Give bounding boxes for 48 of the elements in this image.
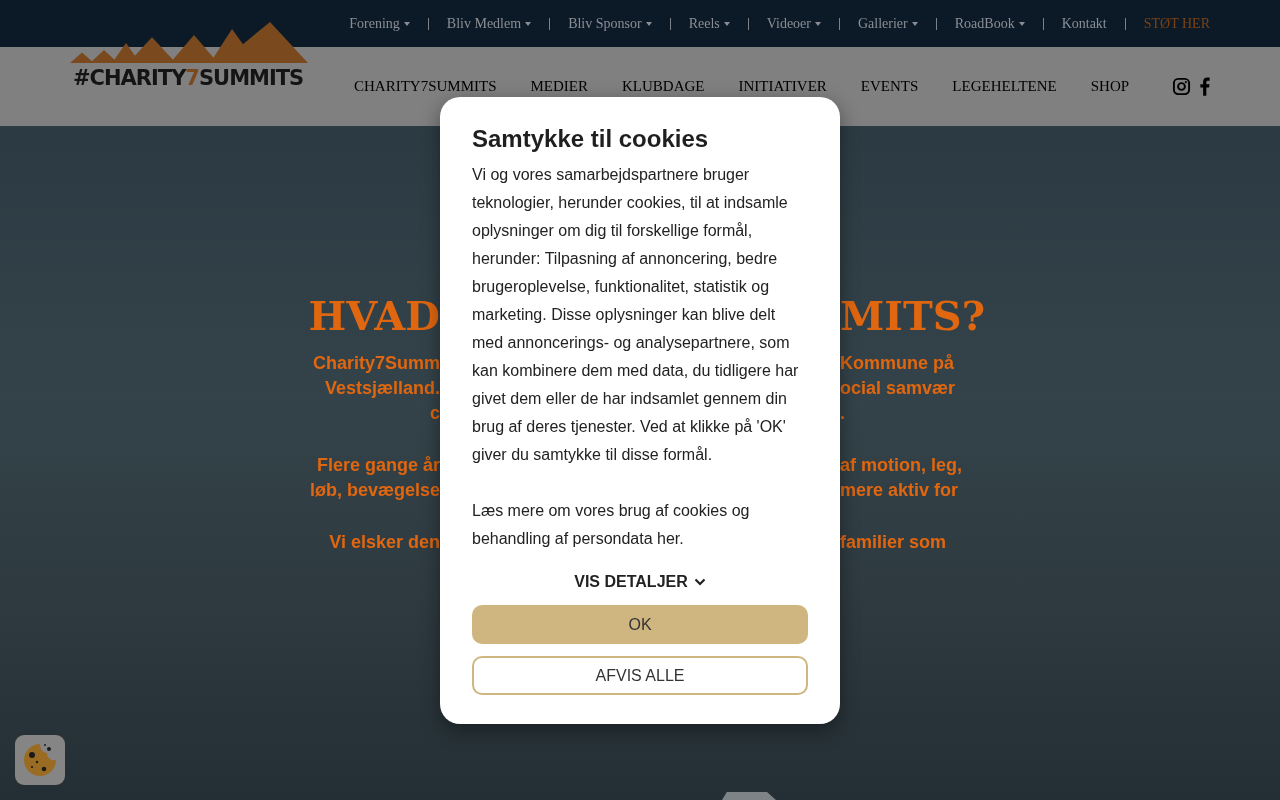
dialog-text: Læs mere om vores brug af cookies og behandling af persondata her. [472,501,751,549]
details-toggle[interactable]: VIS DETALJER [570,569,710,595]
cookie-icon [23,743,57,777]
hero-text: c [429,402,440,425]
hero-text: familier som [840,531,948,554]
top-menu-link[interactable]: Bliv Sponsor [568,15,652,32]
top-menu-link[interactable]: Bliv Medlem [446,15,532,32]
hero-heading: HVAD [307,291,440,341]
main-nav-link[interactable]: MEDIER [530,78,588,95]
dialog-text: Vi og vores samarbejdspartnere bruger teknologier, herunder cookies, til at indsamle oplysninger om dig til forskellige formål, herunder: Tilpasning af annoncering, bedre brugeroplevelse, funktionalitet, statistik og marketing. Disse oplysninger kan blive delt med annoncerings- og analysepartnere, som kan kombinere dem med data, du tidligere har givet dem eller de har indsamlet gennem din brug af deres tjenester. Ved at klikke på 'OK' giver du samtykke til disse formål. [472,165,800,465]
main-nav-link[interactable]: LEGEHELTENE [952,78,1057,95]
logo-text[interactable]: #CHARITY7SUMMITS [70,63,307,93]
main-nav-link[interactable]: CHARITY7SUMMITS [354,78,497,95]
hero-text: . [840,402,846,425]
top-menu-link[interactable]: Reels [688,15,730,32]
ok-button[interactable]: OK [472,605,808,644]
dialog-title: Samtykke til cookies [472,124,710,154]
hero-text: Flere gange år [315,454,440,477]
top-menu-link[interactable]: RoadBook [954,15,1025,32]
hero-text: ocial samvær [840,377,957,400]
caret-icon [645,21,652,26]
hero-text: Vi elsker den [328,531,440,554]
caret-icon [525,21,532,26]
main-nav-link[interactable]: INITIATIVER [738,78,827,95]
hero-text: løb, bevægelse [308,479,440,502]
hero-text: Vestsjælland. [323,377,440,400]
main-nav-link[interactable]: SHOP [1090,78,1130,95]
main-nav-link[interactable]: EVENTS [860,78,919,95]
caret-icon [723,21,730,26]
main-nav-link[interactable]: KLUBDAGE [622,78,705,95]
top-menu-link[interactable]: Kontakt [1061,15,1107,32]
chevron-icon [693,578,706,586]
hero-text: af motion, leg, [840,454,963,477]
cookie-settings-button[interactable] [15,735,65,785]
caret-icon [911,21,918,26]
hero-text: Kommune på [840,352,955,375]
hero-text: mere aktiv for [840,479,960,502]
caret-icon [815,21,821,26]
caret-icon [1018,21,1025,26]
top-menu-link[interactable]: Gallerier [858,15,918,32]
instagram-icon[interactable] [1172,77,1191,96]
facebook-icon[interactable] [1199,77,1210,96]
hero-heading: MITS? [840,291,987,341]
top-menu-link[interactable]: Forening [349,15,410,32]
hero-text: Charity7Summ [311,352,440,375]
reject-button[interactable]: AFVIS ALLE [472,656,808,695]
top-menu-link[interactable]: Videoer [766,15,821,32]
caret-icon [403,21,410,26]
